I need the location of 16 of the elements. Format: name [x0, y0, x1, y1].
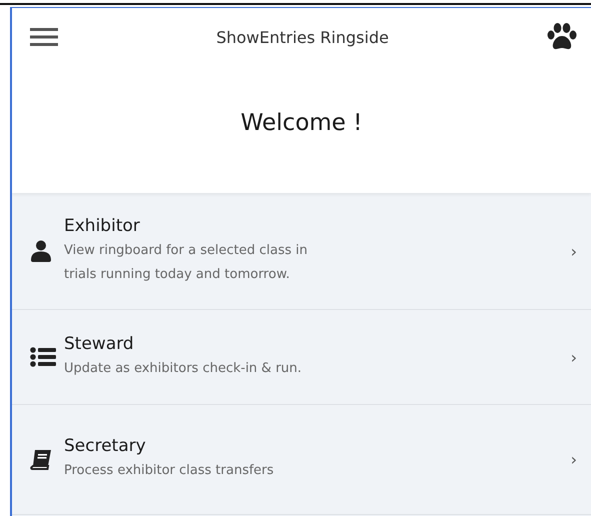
menu-item-title: Steward — [64, 334, 135, 354]
menu-item-title: Secretary — [64, 436, 147, 456]
person-icon — [30, 240, 52, 262]
menu-item-description: View ringboard for a selected class in trials running today and tomorrow. — [64, 242, 308, 284]
chevron-icon: › — [570, 348, 577, 366]
chevron-icon: › — [570, 242, 577, 260]
list-icon — [30, 346, 56, 368]
menu-item-description: Process exhibitor class transfers — [64, 462, 275, 480]
paw-icon[interactable] — [547, 23, 577, 51]
menu-item-description: Update as exhibitors check-in & run. — [64, 360, 303, 378]
app-title: ShowEntries Ringside — [215, 28, 390, 46]
welcome-heading: Welcome ! — [240, 110, 362, 138]
menu-icon[interactable] — [30, 27, 58, 47]
menu-item-title: Exhibitor — [64, 216, 141, 236]
chevron-icon: › — [570, 450, 577, 469]
book-icon — [30, 448, 52, 470]
